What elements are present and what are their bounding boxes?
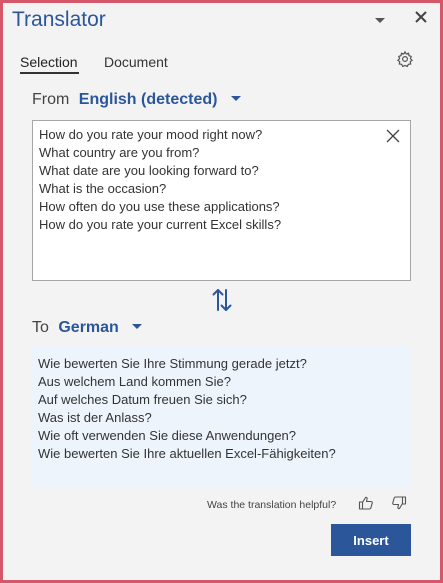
translation-line: Was ist der Anlass?	[38, 410, 152, 425]
clear-source-button[interactable]	[383, 126, 403, 146]
thumbs-up-button[interactable]	[358, 495, 374, 511]
thumbs-down-button[interactable]	[391, 495, 407, 511]
translation-line: Aus welchem Land kommen Sie?	[38, 374, 231, 389]
source-line: How do you rate your mood right now?	[39, 127, 263, 142]
translation-output: Wie bewerten Sie Ihre Stimmung gerade je…	[32, 346, 411, 487]
source-language-dropdown[interactable]: English (detected)	[74, 91, 241, 108]
source-text-area[interactable]: How do you rate your mood right now? Wha…	[32, 120, 411, 281]
settings-button[interactable]	[396, 50, 414, 68]
pane-title: Translator	[12, 8, 106, 31]
translation-line: Wie bewerten Sie Ihre aktuellen Excel-Fä…	[38, 446, 336, 461]
to-label: To	[32, 319, 49, 336]
source-line: What is the occasion?	[39, 181, 167, 196]
translation-line: Auf welches Datum freuen Sie sich?	[38, 392, 247, 407]
translation-line: Wie bewerten Sie Ihre Stimmung gerade je…	[38, 356, 307, 371]
source-language-row: From English (detected)	[32, 91, 241, 109]
swap-languages-button[interactable]	[210, 287, 234, 313]
gear-icon	[396, 50, 414, 68]
from-label: From	[32, 91, 70, 108]
close-pane-button[interactable]	[413, 9, 429, 25]
source-line: What date are you looking forward to?	[39, 163, 259, 178]
insert-button[interactable]: Insert	[331, 524, 411, 556]
swap-arrows-icon	[212, 289, 232, 311]
caret-down-icon	[375, 18, 385, 23]
close-icon	[415, 11, 427, 23]
chevron-down-icon	[230, 96, 241, 102]
target-language-row: To German	[32, 319, 143, 337]
source-line: What country are you from?	[39, 145, 200, 160]
thumbs-down-icon	[392, 496, 407, 510]
pane-options-button[interactable]	[372, 12, 388, 28]
close-icon	[386, 129, 400, 143]
source-line: How often do you use these applications?	[39, 199, 280, 214]
tab-document[interactable]: Document	[104, 54, 168, 70]
tab-selection[interactable]: Selection	[20, 54, 78, 70]
translation-line: Wie oft verwenden Sie diese Anwendungen?	[38, 428, 297, 443]
source-language-value: English (detected)	[78, 91, 218, 108]
thumbs-up-icon	[358, 496, 373, 510]
tab-active-indicator	[20, 72, 79, 74]
translator-pane: Translator Selection Document From Engli…	[3, 3, 440, 580]
source-line: How do you rate your current Excel skill…	[39, 217, 282, 232]
feedback-prompt: Was the translation helpful?	[207, 499, 337, 511]
target-language-value: German	[58, 319, 119, 336]
target-language-dropdown[interactable]: German	[53, 319, 143, 336]
chevron-down-icon	[132, 324, 143, 330]
